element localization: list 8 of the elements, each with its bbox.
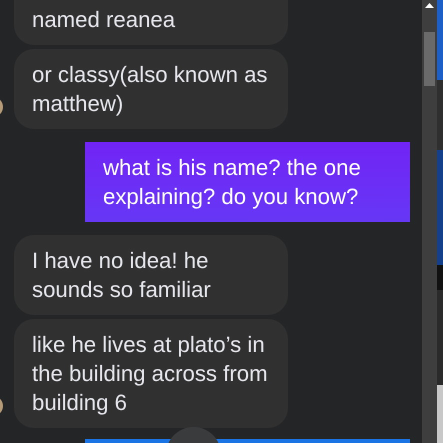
message-bubble: named reanea — [14, 0, 288, 45]
message-bubble: what is his name? the one explaining? do you know? — [85, 142, 410, 222]
up-arrow-icon[interactable] — [425, 3, 434, 8]
scrollbar-thumb[interactable] — [424, 32, 435, 86]
scrollbar[interactable] — [422, 0, 437, 443]
message-bubble: like he lives at plato’s in the building across from building 6 — [14, 319, 288, 428]
message-bubble: I have no idea! he sounds so familiar — [14, 235, 288, 315]
message-bubble: or classy(also known as matthew) — [14, 49, 288, 129]
